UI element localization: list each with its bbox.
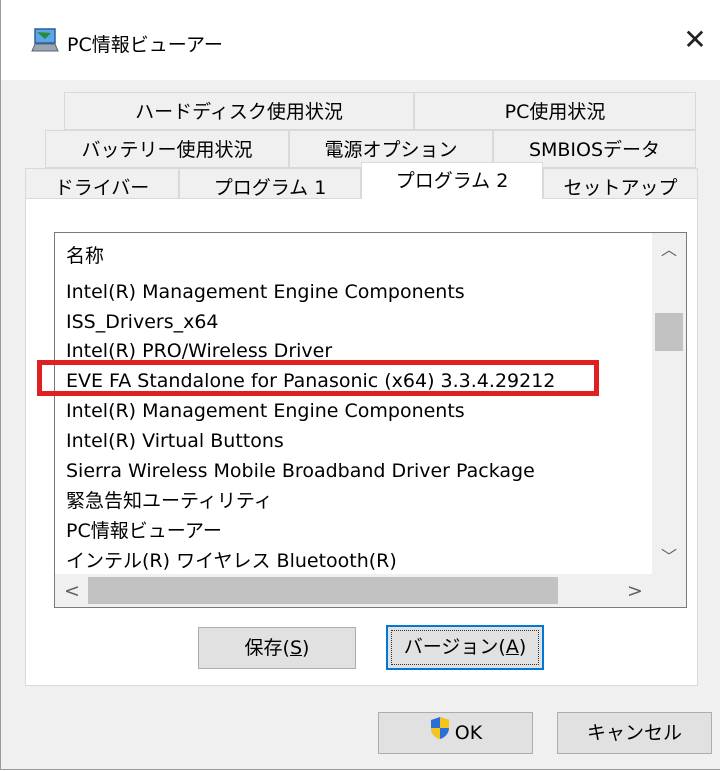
list-item[interactable]: ISS_Drivers_x64 — [66, 307, 219, 337]
list-item[interactable]: 緊急告知ユーティリティ — [66, 486, 273, 516]
program-list[interactable]: 名称 Intel(R) Management Engine Components… — [54, 232, 687, 608]
list-item[interactable]: Intel(R) Management Engine Components — [66, 396, 465, 426]
scroll-down-arrow[interactable]: ﹀ — [652, 540, 686, 574]
tab-hard-disk-usage[interactable]: ハードディスク使用状況 — [64, 92, 414, 130]
save-label-suffix: ) — [302, 637, 310, 659]
pc-info-viewer-window: PC情報ビューアー ✕ ハードディスク使用状況 PC使用状況 バッテリー使用状況… — [0, 0, 720, 770]
close-button[interactable]: ✕ — [677, 22, 713, 58]
uac-shield-icon — [429, 714, 451, 754]
horizontal-scrollbar[interactable]: < > — [55, 574, 652, 607]
focus-rectangle — [391, 630, 539, 665]
list-item[interactable]: Intel(R) Virtual Buttons — [66, 426, 284, 456]
list-header: 名称 — [66, 245, 105, 267]
tab-programs-2[interactable]: プログラム 2 — [361, 162, 543, 199]
cancel-button[interactable]: キャンセル — [557, 712, 712, 754]
tab-battery-usage[interactable]: バッテリー使用状況 — [45, 130, 289, 168]
laptop-icon — [31, 27, 59, 53]
vertical-scroll-thumb[interactable] — [655, 313, 683, 351]
scrollbar-corner — [652, 574, 686, 607]
title-bar: PC情報ビューアー ✕ — [1, 0, 720, 80]
scroll-left-arrow[interactable]: < — [55, 574, 89, 607]
window-title: PC情報ビューアー — [67, 34, 223, 56]
version-button[interactable]: バージョン(A) — [386, 625, 544, 670]
ok-label: OK — [454, 722, 483, 744]
save-accesskey: S — [289, 637, 303, 659]
ok-button[interactable]: OK — [378, 712, 533, 754]
tab-pc-usage[interactable]: PC使用状況 — [414, 92, 696, 130]
vertical-scrollbar[interactable]: ︿ ﹀ — [652, 233, 686, 574]
red-highlight-box — [37, 360, 599, 396]
scroll-right-arrow[interactable]: > — [618, 574, 652, 607]
list-item[interactable]: Intel(R) Management Engine Components — [66, 277, 465, 307]
save-button[interactable]: 保存(S) — [198, 627, 356, 669]
list-item[interactable]: インテル(R) ワイヤレス Bluetooth(R) — [66, 546, 397, 576]
list-item[interactable]: Sierra Wireless Mobile Broadband Driver … — [66, 456, 535, 486]
list-item[interactable]: PC情報ビューアー — [66, 516, 222, 546]
save-label: 保存( — [244, 637, 290, 659]
scroll-up-arrow[interactable]: ︿ — [652, 233, 686, 267]
horizontal-scroll-thumb[interactable] — [88, 577, 558, 604]
